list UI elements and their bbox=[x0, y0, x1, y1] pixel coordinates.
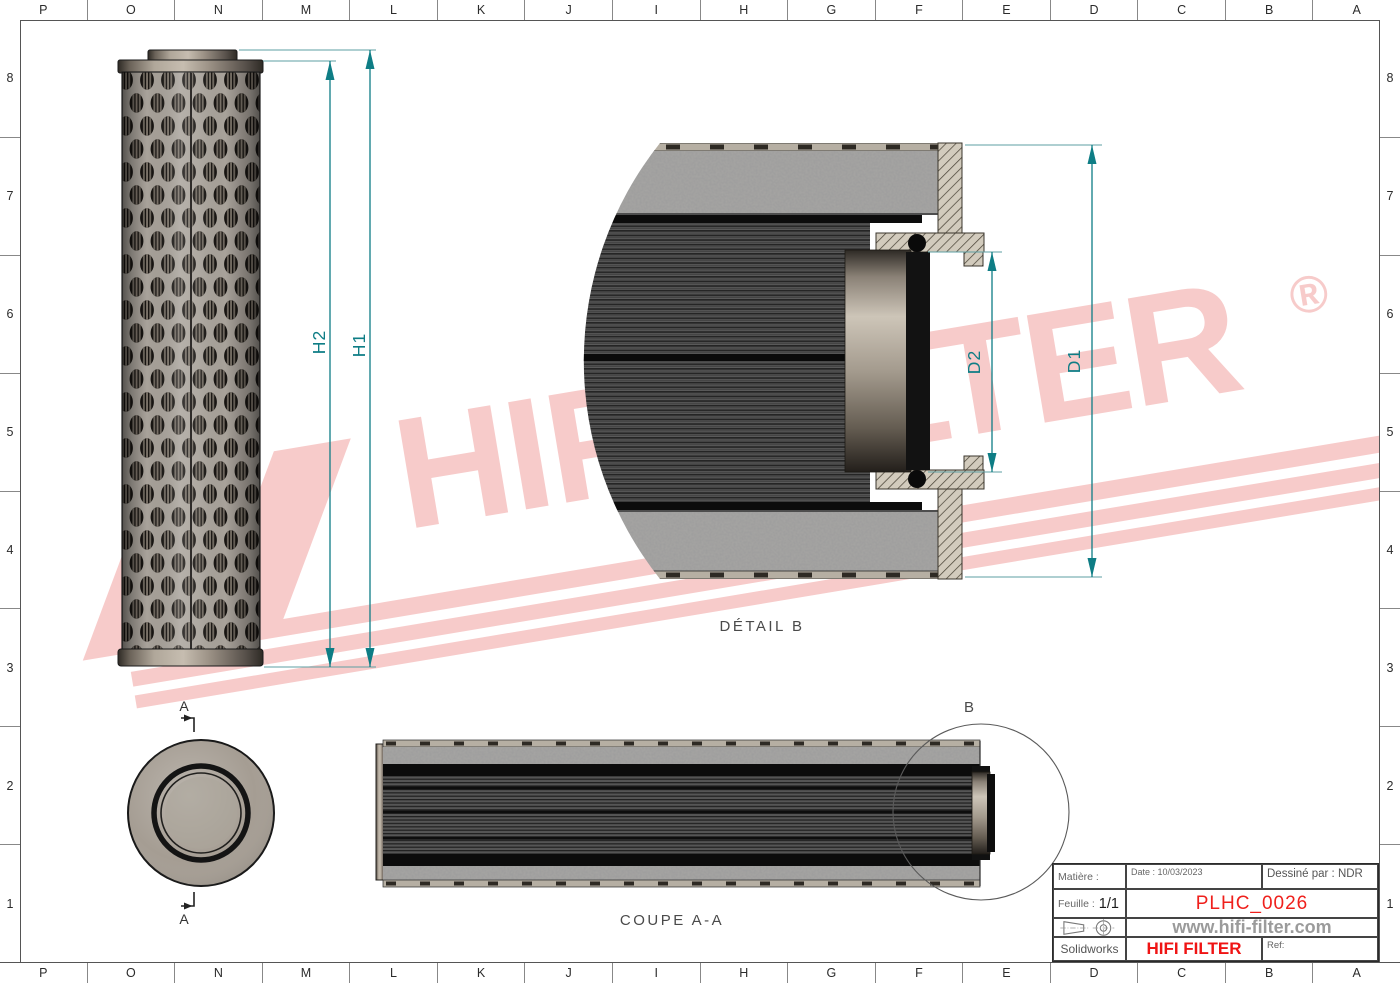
sheet-number-field: Feuille : 1/1 bbox=[1053, 889, 1126, 918]
grid-label-bottom: C bbox=[1138, 963, 1226, 983]
grid-label-top: O bbox=[88, 0, 176, 20]
front-view bbox=[118, 50, 263, 666]
ref-label: Ref: bbox=[1262, 937, 1378, 961]
grid-label-top: K bbox=[438, 0, 526, 20]
detail-b-callout-label: B bbox=[964, 699, 974, 716]
grid-label-right: 5 bbox=[1380, 374, 1400, 492]
grid-label-bottom: B bbox=[1226, 963, 1314, 983]
grid-label-right: 7 bbox=[1380, 138, 1400, 256]
material-label: Matière : bbox=[1053, 864, 1126, 889]
part-number: PLHC_0026 bbox=[1126, 889, 1378, 918]
top-view: A A bbox=[128, 698, 274, 927]
detail-b-title: DÉTAIL B bbox=[719, 618, 804, 635]
website: www.hifi-filter.com bbox=[1126, 918, 1378, 937]
section-mark-a-top: A bbox=[179, 698, 189, 714]
grid-label-left: 2 bbox=[0, 727, 20, 845]
grid-band-top: PONMLKJIHGFEDCBA bbox=[0, 0, 1400, 21]
grid-label-top: B bbox=[1226, 0, 1314, 20]
grid-label-left: 8 bbox=[0, 20, 20, 138]
grid-label-top: F bbox=[876, 0, 964, 20]
brand-name: HIFI FILTER bbox=[1126, 937, 1262, 961]
date-field: Date : 10/03/2023 bbox=[1126, 864, 1262, 889]
coupe-a-a-view: B COUPE A-A bbox=[376, 699, 1069, 929]
first-angle-projection-icon bbox=[1055, 919, 1125, 937]
grid-label-bottom: M bbox=[263, 963, 351, 983]
o-ring-seal bbox=[908, 234, 926, 252]
grid-label-bottom: D bbox=[1051, 963, 1139, 983]
grid-label-bottom: N bbox=[175, 963, 263, 983]
grid-label-right: 1 bbox=[1380, 845, 1400, 962]
section-mark-a-bottom: A bbox=[179, 911, 189, 927]
grid-band-right: 87654321 bbox=[1379, 20, 1400, 962]
grid-label-bottom: F bbox=[876, 963, 964, 983]
grid-label-left: 5 bbox=[0, 374, 20, 492]
grid-label-left: 4 bbox=[0, 492, 20, 610]
dim-label-h1: H1 bbox=[349, 333, 369, 357]
grid-label-top: C bbox=[1138, 0, 1226, 20]
o-ring-seal bbox=[908, 470, 926, 488]
coupe-a-a-title: COUPE A-A bbox=[620, 912, 724, 929]
title-block: Matière : Date : 10/03/2023 Dessiné par … bbox=[1052, 863, 1379, 962]
grid-label-top: P bbox=[0, 0, 88, 20]
grid-label-top: N bbox=[175, 0, 263, 20]
grid-label-left: 3 bbox=[0, 609, 20, 727]
dim-label-d1: D1 bbox=[1064, 349, 1084, 373]
grid-label-bottom: H bbox=[701, 963, 789, 983]
grid-label-top: M bbox=[263, 0, 351, 20]
grid-label-left: 1 bbox=[0, 845, 20, 962]
grid-label-bottom: L bbox=[350, 963, 438, 983]
dim-label-h2: H2 bbox=[309, 330, 329, 354]
grid-label-right: 3 bbox=[1380, 609, 1400, 727]
dim-label-d2: D2 bbox=[964, 350, 984, 374]
grid-label-top: J bbox=[525, 0, 613, 20]
grid-label-bottom: G bbox=[788, 963, 876, 983]
projection-symbol-cell bbox=[1053, 918, 1126, 937]
drawing-sheet: HIFI FILTER ® bbox=[0, 0, 1400, 983]
sheet-label: Feuille : bbox=[1058, 898, 1095, 910]
grid-label-top: L bbox=[350, 0, 438, 20]
grid-label-top: A bbox=[1313, 0, 1400, 20]
grid-label-top: G bbox=[788, 0, 876, 20]
inner-sleeve bbox=[845, 250, 911, 472]
drawn-by-field: Dessiné par : NDR bbox=[1262, 864, 1378, 889]
grid-label-bottom: I bbox=[613, 963, 701, 983]
grid-label-right: 8 bbox=[1380, 20, 1400, 138]
drawing-canvas: H2 H1 A A bbox=[0, 0, 1400, 983]
grid-label-right: 2 bbox=[1380, 727, 1400, 845]
grid-label-bottom: P bbox=[0, 963, 88, 983]
grid-label-left: 7 bbox=[0, 138, 20, 256]
grid-label-top: D bbox=[1051, 0, 1139, 20]
grid-label-bottom: J bbox=[525, 963, 613, 983]
grid-label-right: 6 bbox=[1380, 256, 1400, 374]
grid-band-bottom: PONMLKJIHGFEDCBA bbox=[0, 962, 1400, 983]
grid-label-bottom: K bbox=[438, 963, 526, 983]
software-label: Solidworks bbox=[1053, 937, 1126, 961]
grid-label-bottom: E bbox=[963, 963, 1051, 983]
detail-b-view bbox=[575, 143, 984, 579]
grid-label-top: I bbox=[613, 0, 701, 20]
grid-label-top: E bbox=[963, 0, 1051, 20]
grid-band-left: 87654321 bbox=[0, 20, 21, 962]
grid-label-right: 4 bbox=[1380, 492, 1400, 610]
sheet-value: 1/1 bbox=[1099, 896, 1119, 912]
grid-label-left: 6 bbox=[0, 256, 20, 374]
grid-label-bottom: A bbox=[1313, 963, 1400, 983]
grid-label-top: H bbox=[701, 0, 789, 20]
grid-label-bottom: O bbox=[88, 963, 176, 983]
